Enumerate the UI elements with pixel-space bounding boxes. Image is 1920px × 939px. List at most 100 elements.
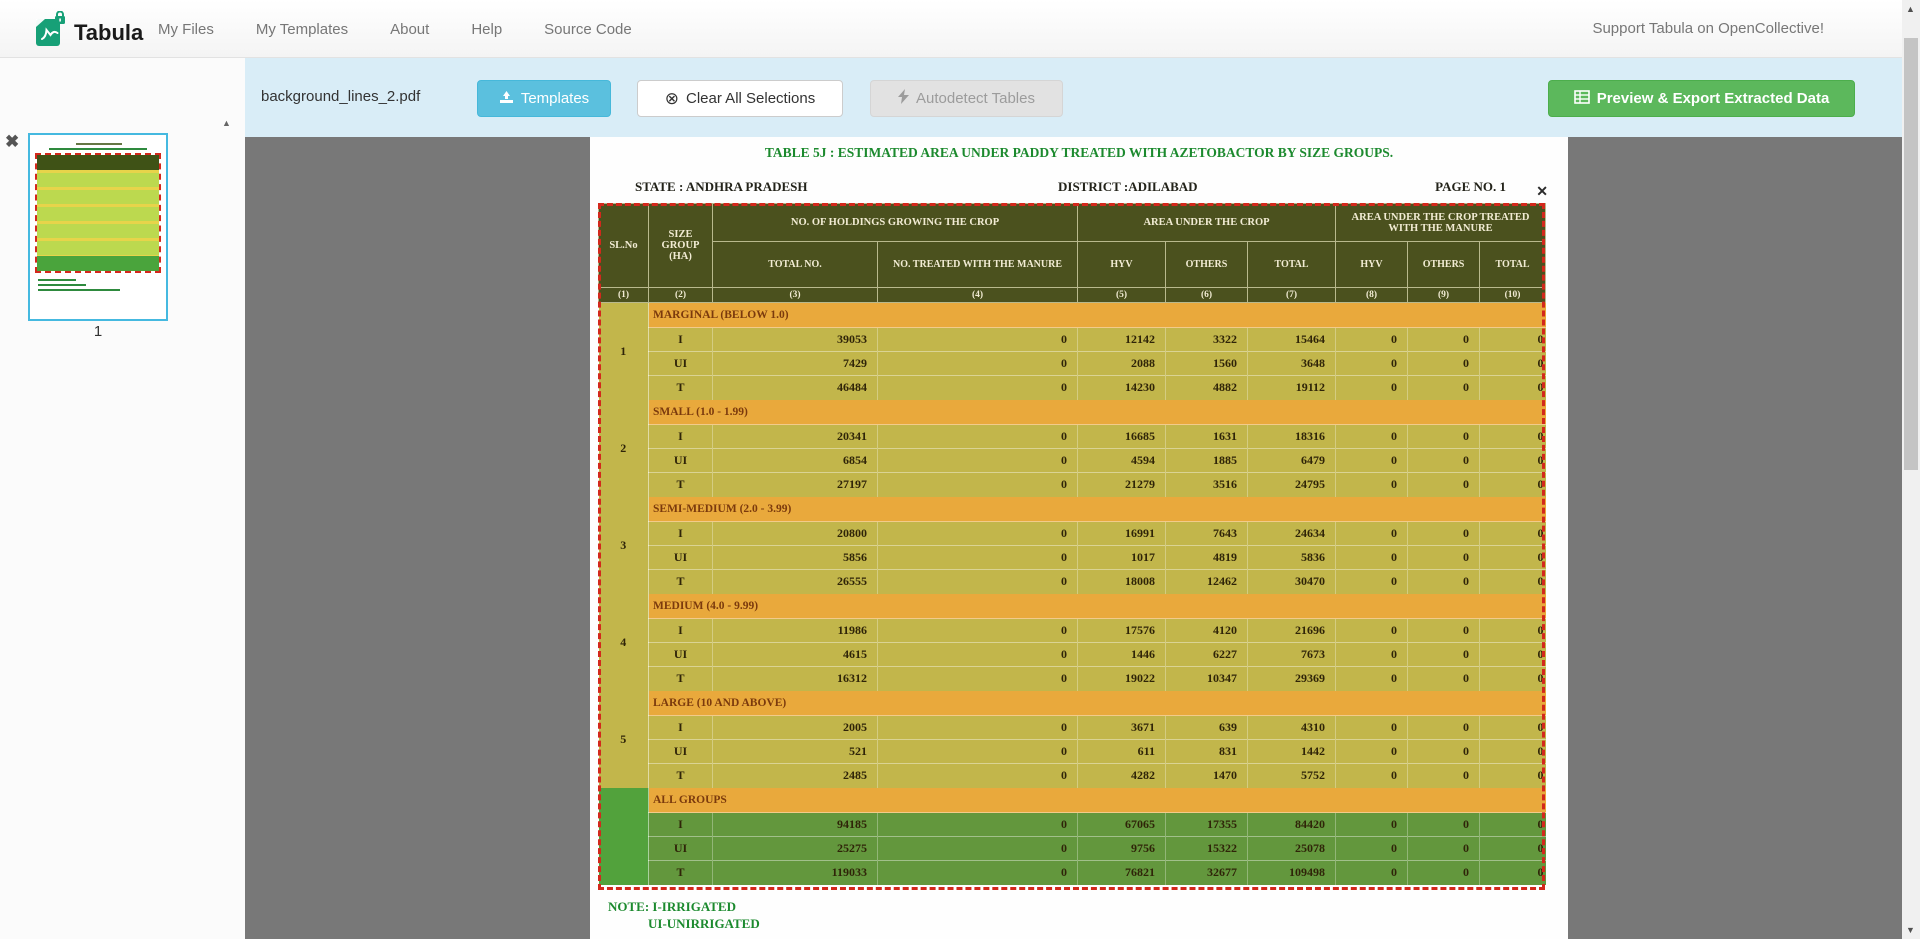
clear-all-selections-button[interactable]: ⊗ Clear All Selections (637, 80, 843, 117)
table-cell: 109498 (1248, 861, 1336, 885)
nav-item-my-templates[interactable]: My Templates (256, 21, 348, 38)
window-scrollbar[interactable]: ▲ ▼ (1902, 0, 1920, 939)
page-thumbnail[interactable] (28, 133, 168, 321)
table-cell: 1631 (1166, 425, 1248, 449)
table-row: UI46150144662277673000 (599, 643, 1546, 667)
table-cell: 20800 (713, 522, 878, 546)
group-band-row: 5LARGE (10 AND ABOVE) (599, 691, 1546, 716)
table-row: I11986017576412021696000 (599, 619, 1546, 643)
autodetect-tables-button[interactable]: Autodetect Tables (870, 80, 1063, 117)
table-cell: 30470 (1248, 570, 1336, 594)
sl-no-cell: 5 (599, 691, 649, 788)
table-cell: 6854 (713, 449, 878, 473)
table-cell: 0 (1336, 449, 1408, 473)
support-link[interactable]: Support Tabula on OpenCollective! (1592, 20, 1824, 37)
table-cell: T (649, 861, 713, 885)
header-cell: NO. TREATED WITH THE MANURE (878, 242, 1078, 288)
table-cell: I (649, 813, 713, 837)
table-cell: T (649, 667, 713, 691)
table-cell: 0 (1336, 619, 1408, 643)
table-cell: 0 (878, 740, 1078, 764)
table-cell: 0 (1480, 522, 1546, 546)
clear-selections-icon: ⊗ (665, 90, 679, 107)
preview-export-button[interactable]: Preview & Export Extracted Data (1548, 80, 1855, 117)
table-cell: 5752 (1248, 764, 1336, 788)
table-cell: 0 (878, 837, 1078, 861)
table-cell: 0 (1336, 861, 1408, 885)
table-cell: 7643 (1166, 522, 1248, 546)
nav-item-source-code[interactable]: Source Code (544, 21, 632, 38)
sidebar-scroll-up-icon[interactable]: ▲ (222, 118, 231, 128)
table-row: I941850670651735584420000 (599, 813, 1546, 837)
table-cell: 0 (1336, 570, 1408, 594)
group-band-row: 3SEMI-MEDIUM (2.0 - 3.99) (599, 497, 1546, 522)
table-cell: 29369 (1248, 667, 1336, 691)
header-cell: TOTAL NO. (713, 242, 878, 288)
table-cell: 0 (878, 813, 1078, 837)
table-cell: 0 (878, 352, 1078, 376)
table-cell: 0 (1336, 473, 1408, 497)
table-cell: 0 (878, 861, 1078, 885)
table-cell: 4882 (1166, 376, 1248, 400)
table-cell: 67065 (1078, 813, 1166, 837)
table-cell: 0 (1336, 352, 1408, 376)
header-cell: SL.No (599, 204, 649, 288)
table-cell: 46484 (713, 376, 878, 400)
nav-item-help[interactable]: Help (471, 21, 502, 38)
table-cell: 6479 (1248, 449, 1336, 473)
table-cell: 0 (1408, 643, 1480, 667)
table-cell: 611 (1078, 740, 1166, 764)
table-body: 1MARGINAL (BELOW 1.0)I390530121423322154… (599, 303, 1546, 885)
templates-button[interactable]: Templates (477, 80, 611, 117)
header-colnum-cell: (3) (713, 288, 878, 303)
brand[interactable]: Tabula (34, 11, 143, 54)
header-cell: SIZE GROUP (HA) (649, 204, 713, 288)
tabula-logo-icon (34, 11, 66, 54)
table-cell: 0 (1480, 716, 1546, 740)
table-row: I39053012142332215464000 (599, 328, 1546, 352)
table-cell: 3648 (1248, 352, 1336, 376)
pdf-page[interactable]: TABLE 5J : ESTIMATED AREA UNDER PADDY TR… (590, 137, 1568, 939)
nav-item-my-files[interactable]: My Files (158, 21, 214, 38)
pdf-district: DISTRICT :ADILABAD (1058, 179, 1198, 195)
table-cell: 0 (1336, 522, 1408, 546)
toolbar: background_lines_2.pdf Templates ⊗ Clear… (245, 58, 1902, 137)
table-cell: 0 (1480, 813, 1546, 837)
table-cell: 0 (878, 667, 1078, 691)
table-cell: 3671 (1078, 716, 1166, 740)
table-row: I2005036716394310000 (599, 716, 1546, 740)
table-cell: 2005 (713, 716, 878, 740)
selection-close-icon[interactable]: ✕ (1536, 183, 1548, 200)
table-cell: 0 (1336, 716, 1408, 740)
table-cell: UI (649, 643, 713, 667)
table-cell: 16685 (1078, 425, 1166, 449)
pdf-table: SL.NoSIZE GROUP (HA)NO. OF HOLDINGS GROW… (598, 203, 1546, 885)
table-cell: 4310 (1248, 716, 1336, 740)
scroll-down-icon[interactable]: ▼ (1906, 925, 1915, 935)
remove-page-icon[interactable]: ✖ (5, 132, 19, 152)
table-row: T27197021279351624795000 (599, 473, 1546, 497)
table-cell: 94185 (713, 813, 878, 837)
table-cell: 0 (1480, 352, 1546, 376)
scrollbar-thumb[interactable] (1904, 38, 1918, 470)
table-cell: 0 (1408, 376, 1480, 400)
table-cell: 0 (1480, 619, 1546, 643)
scroll-up-icon[interactable]: ▲ (1906, 4, 1915, 14)
nav-item-about[interactable]: About (390, 21, 429, 38)
header-colnum-cell: (1) (599, 288, 649, 303)
table-cell: 4615 (713, 643, 878, 667)
table-cell: 16312 (713, 667, 878, 691)
thumbnail-subtitle-line (49, 148, 147, 150)
table-cell: 521 (713, 740, 878, 764)
header-group-cell: NO. OF HOLDINGS GROWING THE CROP (713, 204, 1078, 242)
table-cell: 17576 (1078, 619, 1166, 643)
table-cell: 0 (1408, 570, 1480, 594)
table-cell: 0 (878, 425, 1078, 449)
header-group-cell: AREA UNDER THE CROP (1078, 204, 1336, 242)
sidebar: ✖ 1 ▲ ▼ (0, 58, 245, 939)
table-cell: 0 (878, 449, 1078, 473)
table-cell: 25275 (713, 837, 878, 861)
table-cell: 0 (1408, 328, 1480, 352)
document-viewer[interactable]: TABLE 5J : ESTIMATED AREA UNDER PADDY TR… (245, 137, 1902, 939)
group-label-cell: MARGINAL (BELOW 1.0) (649, 303, 1546, 328)
